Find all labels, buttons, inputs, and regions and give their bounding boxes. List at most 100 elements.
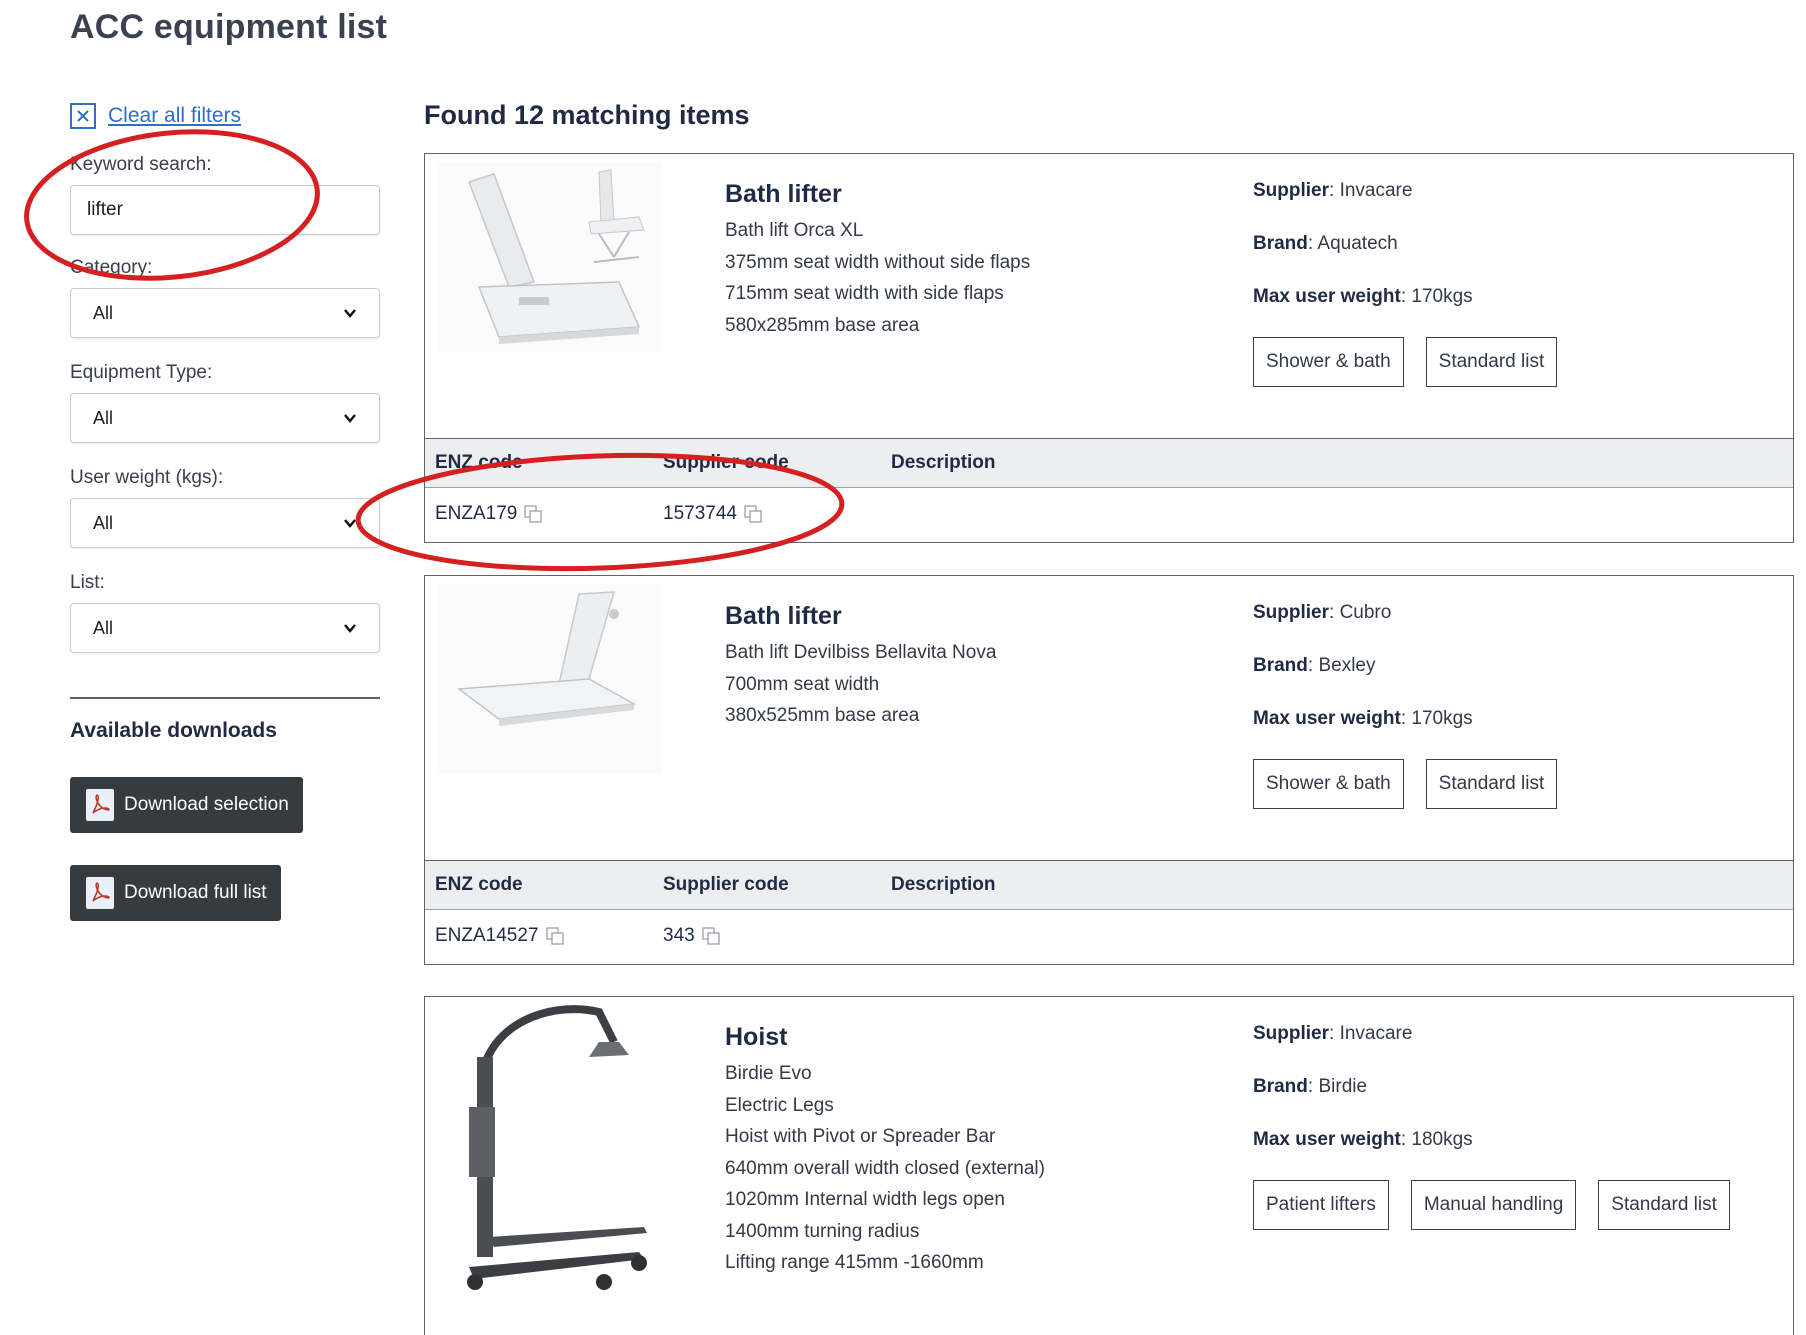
category-value: All (93, 302, 114, 323)
description-header: Description (891, 452, 996, 473)
item-info: Hoist Birdie Evo Electric Legs Hoist wit… (725, 1023, 1225, 1279)
item-spec: 700mm seat width (725, 673, 880, 695)
equipment-type-value: All (93, 407, 114, 428)
brand-value: Bexley (1318, 655, 1376, 676)
tag-shower-bath[interactable]: Shower & bath (1253, 337, 1404, 387)
close-icon[interactable] (70, 103, 96, 129)
category-label: Category: (70, 257, 153, 278)
pdf-icon (86, 877, 114, 909)
tag-standard-list[interactable]: Standard list (1425, 337, 1558, 387)
item-spec: 1400mm turning radius (725, 1220, 920, 1242)
equipment-card: Bath lifter Bath lift Devilbiss Bellavit… (424, 575, 1794, 965)
item-spec: 1020mm Internal width legs open (725, 1189, 1005, 1210)
item-name: Hoist (725, 1023, 788, 1051)
item-info: Bath lifter Bath lift Orca XL 375mm seat… (725, 180, 1225, 341)
item-spec: 715mm seat width with side flaps (725, 283, 1004, 304)
keyword-search-input[interactable] (70, 185, 380, 235)
item-info: Bath lifter Bath lift Devilbiss Bellavit… (725, 602, 1225, 732)
hoist-image (439, 997, 661, 1307)
brand-row: Brand: Birdie (1253, 1076, 1368, 1097)
copy-icon[interactable] (523, 504, 543, 524)
max-weight-row: Max user weight: 180kgs (1253, 1129, 1473, 1150)
codes-header: ENZ code Supplier code Description (425, 438, 1793, 488)
download-selection-label: Download selection (124, 794, 289, 815)
max-weight-value: 170kgs (1411, 286, 1473, 307)
tag-manual-handling[interactable]: Manual handling (1410, 1180, 1577, 1230)
chevron-down-icon (344, 624, 356, 633)
brand-value: Birdie (1318, 1076, 1368, 1097)
tag-standard-list[interactable]: Standard list (1598, 1180, 1730, 1230)
tag-standard-list[interactable]: Standard list (1425, 759, 1558, 809)
downloads-title: Available downloads (70, 719, 277, 742)
enz-code-header: ENZ code (435, 452, 523, 473)
codes-row: ENZA179 1573744 (425, 488, 1793, 540)
page-title: ACC equipment list (70, 8, 388, 46)
supplier-code-header: Supplier code (663, 452, 789, 473)
item-spec: Lifting range 415mm -1660mm (725, 1252, 984, 1273)
supplier-row: Supplier: Invacare (1253, 1023, 1413, 1044)
max-weight-row: Max user weight: 170kgs (1253, 708, 1473, 729)
chevron-down-icon (344, 414, 356, 423)
tag-patient-lifters[interactable]: Patient lifters (1253, 1180, 1389, 1230)
clear-filters-label[interactable]: Clear all filters (108, 104, 241, 128)
item-meta: Supplier: Cubro Brand: Bexley Max user w… (1253, 600, 1773, 809)
bath-lift-image (439, 162, 661, 352)
max-weight-value: 180kgs (1411, 1129, 1473, 1150)
equipment-card: Hoist Birdie Evo Electric Legs Hoist wit… (424, 996, 1794, 1335)
equipment-type-select[interactable]: All (70, 393, 380, 443)
download-full-list-label: Download full list (124, 882, 267, 903)
chevron-down-icon (344, 519, 356, 528)
pdf-icon (86, 789, 114, 821)
item-spec: Bath lift Orca XL (725, 220, 864, 241)
item-spec: Bath lift Devilbiss Bellavita Nova (725, 642, 997, 663)
results-count: Found 12 matching items (424, 100, 750, 130)
user-weight-label: User weight (kgs): (70, 467, 224, 488)
clear-filters-link[interactable]: Clear all filters (70, 100, 382, 132)
user-weight-select[interactable]: All (70, 498, 380, 548)
supplier-value: Cubro (1339, 602, 1392, 623)
item-spec: Hoist with Pivot or Spreader Bar (725, 1126, 996, 1147)
enz-code: ENZA14527 (435, 925, 539, 946)
list-select[interactable]: All (70, 603, 380, 653)
tag-shower-bath[interactable]: Shower & bath (1253, 759, 1404, 809)
description-header: Description (891, 874, 996, 895)
copy-icon[interactable] (743, 504, 763, 524)
max-weight-value: 170kgs (1411, 708, 1473, 729)
supplier-row: Supplier: Invacare (1253, 180, 1413, 201)
sidebar-divider (70, 697, 380, 699)
user-weight-value: All (93, 512, 114, 533)
item-spec: 580x285mm base area (725, 314, 920, 336)
supplier-code: 343 (663, 925, 695, 946)
supplier-value: Invacare (1339, 180, 1413, 201)
brand-row: Brand: Aquatech (1253, 233, 1398, 254)
item-spec: Birdie Evo (725, 1063, 812, 1084)
codes-header: ENZ code Supplier code Description (425, 860, 1793, 910)
list-label: List: (70, 572, 105, 593)
copy-icon[interactable] (545, 926, 565, 946)
item-name: Bath lifter (725, 602, 842, 630)
keyword-label: Keyword search: (70, 154, 212, 175)
download-selection-button[interactable]: Download selection (70, 777, 303, 833)
list-value: All (93, 617, 114, 638)
supplier-code: 1573744 (663, 503, 737, 524)
brand-row: Brand: Bexley (1253, 655, 1376, 676)
supplier-code-header: Supplier code (663, 874, 789, 895)
bath-lift-image (439, 584, 661, 774)
codes-row: ENZA14527 343 (425, 910, 1793, 962)
max-weight-row: Max user weight: 170kgs (1253, 286, 1473, 307)
download-full-list-button[interactable]: Download full list (70, 865, 281, 921)
item-meta: Supplier: Invacare Brand: Birdie Max use… (1253, 1021, 1773, 1230)
item-spec: Electric Legs (725, 1094, 834, 1116)
item-spec: 380x525mm base area (725, 705, 920, 726)
equipment-type-label: Equipment Type: (70, 362, 213, 383)
equipment-card: Bath lifter Bath lift Orca XL 375mm seat… (424, 153, 1794, 543)
copy-icon[interactable] (701, 926, 721, 946)
supplier-value: Invacare (1339, 1023, 1413, 1044)
category-select[interactable]: All (70, 288, 380, 338)
supplier-row: Supplier: Cubro (1253, 602, 1392, 623)
enz-code-header: ENZ code (435, 874, 523, 895)
filter-sidebar: Clear all filters Keyword search: Catego… (70, 100, 382, 921)
item-spec: 640mm overall width closed (external) (725, 1157, 1045, 1179)
item-spec: 375mm seat width without side flaps (725, 251, 1031, 273)
brand-value: Aquatech (1317, 233, 1398, 254)
